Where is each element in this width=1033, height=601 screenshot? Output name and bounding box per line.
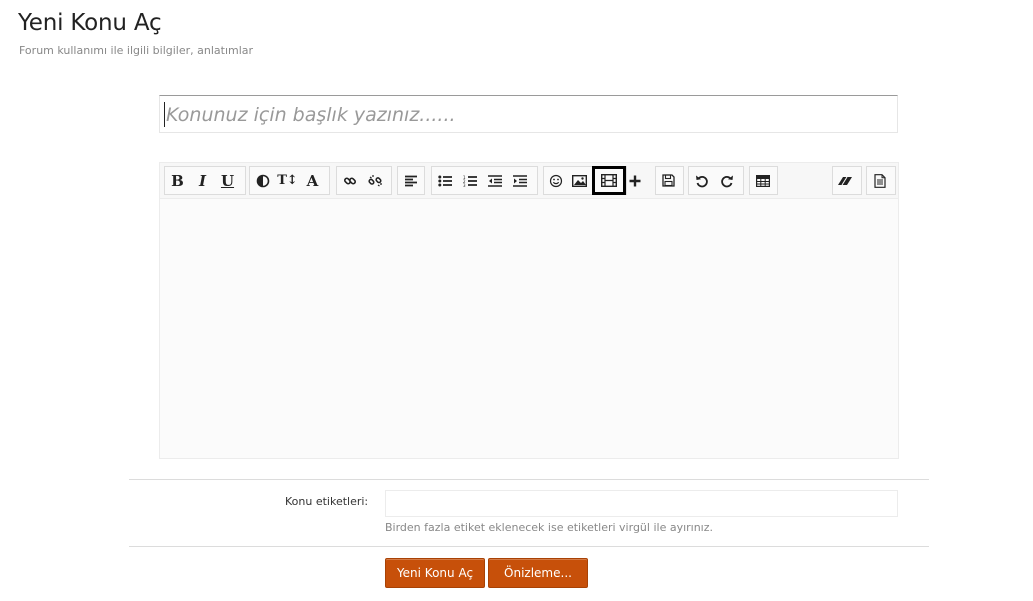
align-left-icon[interactable] [398,167,423,194]
table-group [749,166,778,195]
insert-group [543,166,627,195]
outdent-icon[interactable] [482,167,507,194]
font-size-icon[interactable]: T↕ [275,167,300,194]
rich-text-editor[interactable]: B I U T↕ A 1 2 3 [159,162,899,459]
list-group: 123 [431,166,538,195]
smiley-icon[interactable] [544,167,568,194]
submit-thread-button[interactable]: Yeni Konu Aç [385,558,485,588]
unlink-icon[interactable] [362,167,387,194]
redo-icon[interactable] [714,167,739,194]
format-group: B I U [164,166,246,195]
plus-icon[interactable] [623,166,647,195]
font-family-icon[interactable]: A [300,167,325,194]
source-icon[interactable] [867,167,892,194]
align-group [397,166,425,195]
page-title: Yeni Konu Aç [18,10,162,36]
section-divider [129,479,929,480]
thread-title-placeholder: Konunuz için başlık yazınız...... [166,104,456,126]
source-group [866,166,896,195]
save-group [655,166,684,195]
link-icon[interactable] [337,167,362,194]
undo-icon[interactable] [689,167,714,194]
tags-label: Konu etiketleri: [285,495,369,508]
indent-icon[interactable] [507,167,532,194]
svg-text:3: 3 [463,183,466,187]
save-icon[interactable] [656,167,681,194]
image-icon[interactable] [568,167,592,194]
thread-title-input[interactable]: Konunuz için başlık yazınız...... [159,95,898,133]
table-icon[interactable] [750,167,775,194]
numbered-list-icon[interactable]: 123 [457,167,482,194]
bulleted-list-icon[interactable] [432,167,457,194]
history-group [688,166,744,195]
eraser-group [832,166,862,195]
page-subtitle: Forum kullanımı ile ilgili bilgiler, anl… [19,44,254,57]
preview-button[interactable]: Önizleme... [488,558,588,588]
font-group: T↕ A [249,166,330,195]
underline-icon[interactable]: U [215,167,240,194]
bold-icon[interactable]: B [165,167,190,194]
link-group [336,166,392,195]
eraser-icon[interactable] [833,167,858,194]
tags-hint: Birden fazla etiket eklenecek ise etiket… [385,521,714,534]
text-color-icon[interactable] [250,167,275,194]
media-icon[interactable] [591,166,626,195]
text-caret [164,102,165,127]
italic-icon[interactable]: I [190,167,215,194]
tags-input[interactable] [385,490,898,517]
section-divider [129,546,929,547]
editor-content-area[interactable] [160,199,898,458]
editor-toolbar: B I U T↕ A 1 2 3 [160,163,898,199]
